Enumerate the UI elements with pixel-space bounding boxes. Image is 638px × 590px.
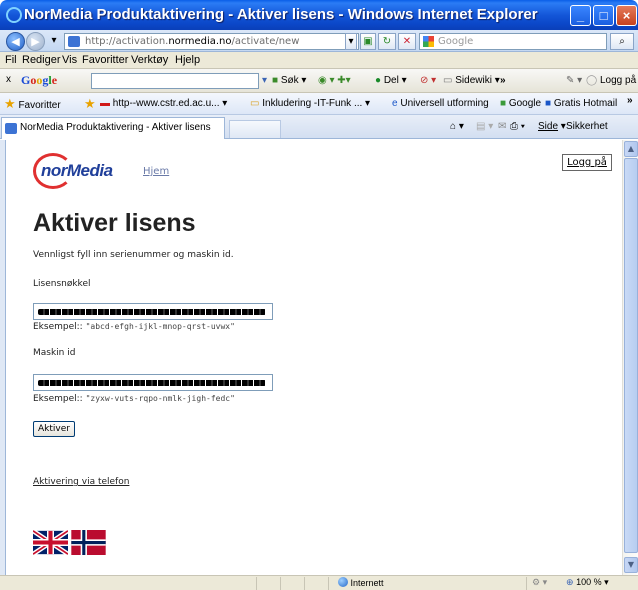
extras-icon[interactable]: ◉ ▾ ✚▾ — [318, 75, 351, 86]
mail-icon[interactable]: ✉ — [498, 121, 506, 132]
favorite-link-5[interactable]: ■ Gratis Hotmail — [545, 98, 617, 109]
minimize-button[interactable]: _ — [570, 5, 591, 26]
favorite-link-4[interactable]: ■ Google — [500, 98, 541, 109]
favorites-button[interactable]: ★ Favoritter — [4, 96, 61, 112]
popup-blocker-icon[interactable]: ⊘ ▾ — [420, 75, 436, 86]
history-dropdown-icon[interactable]: ▾ — [48, 33, 60, 50]
google-logo: Google — [21, 73, 58, 87]
login-button[interactable]: Logg på — [562, 154, 612, 171]
scroll-down-icon[interactable]: ▼ — [624, 557, 638, 573]
favorites-overflow-icon[interactable]: » — [627, 95, 633, 106]
menu-file[interactable]: Fil — [5, 54, 17, 66]
forward-button[interactable]: ▶ — [26, 32, 45, 51]
normedia-logo[interactable]: norMedia — [33, 153, 133, 189]
uk-flag-icon[interactable] — [33, 530, 68, 555]
status-divider — [280, 577, 281, 590]
globe-icon — [338, 577, 348, 587]
page-title: Aktiver lisens — [33, 209, 196, 237]
vertical-scrollbar[interactable]: ▲ ▼ — [622, 140, 638, 575]
address-toolbar: ◀ ▶ ▾ http://activation.normedia.no/acti… — [0, 30, 638, 52]
address-input[interactable]: http://activation.normedia.no/activate/n… — [64, 33, 359, 50]
star-icon: ★ — [4, 96, 16, 111]
favorite-link-3[interactable]: e Universell utforming — [392, 98, 489, 109]
google-login-button[interactable]: ◯ Logg på ▾ — [586, 75, 638, 86]
protected-mode-icon[interactable]: ⚙ ▾ — [532, 577, 547, 588]
logo-text: norMedia — [41, 161, 113, 180]
norway-flag-icon[interactable] — [71, 530, 106, 555]
tab-favicon-icon — [5, 123, 17, 134]
maximize-button[interactable]: □ — [593, 5, 614, 26]
status-divider — [304, 577, 305, 590]
menu-edit[interactable]: Rediger — [22, 54, 61, 66]
favorite-link-1[interactable]: ▬ http--www.cstr.ed.ac.u... ▾ — [100, 98, 227, 109]
more-tools-icon[interactable]: » — [500, 75, 506, 86]
address-dropdown-icon[interactable]: ▾ — [345, 33, 357, 50]
redacted-value — [38, 309, 266, 315]
window-title: NorMedia Produktaktivering - Aktiver lis… — [24, 6, 538, 23]
scroll-up-icon[interactable]: ▲ — [624, 141, 638, 157]
activate-button[interactable]: Aktiver — [33, 421, 75, 437]
page-favicon-icon — [68, 36, 80, 47]
intro-text: Vennligst fyll inn serienummer og maskin… — [33, 250, 234, 260]
status-bar: Internett ⚙ ▾ ⊕ 100 % ▾ — [0, 575, 638, 590]
zoom-control[interactable]: ⊕ 100 % ▾ — [566, 577, 609, 588]
favorites-bar: ★ Favoritter ★ ▬ http--www.cstr.ed.ac.u.… — [0, 93, 638, 115]
menu-tools[interactable]: Verktøy — [131, 54, 168, 66]
favorite-link-2[interactable]: ▭ Inkludering -IT-Funk ... ▾ — [250, 98, 370, 109]
menu-bar: Fil Rediger Vis Favoritter Verktøy Hjelp — [0, 52, 638, 69]
menu-favorites[interactable]: Favoritter — [82, 54, 128, 66]
security-zone[interactable]: Internett — [338, 577, 384, 588]
print-icon[interactable]: ⎙ ▾ — [510, 121, 525, 132]
sidewiki-button[interactable]: ▭ Sidewiki ▾ — [443, 75, 500, 86]
search-input[interactable]: Google — [419, 33, 607, 50]
home-link[interactable]: Hjem — [143, 166, 169, 177]
compatibility-view-icon[interactable]: ▣ — [360, 33, 376, 50]
security-menu[interactable]: Sikkerhet — [566, 121, 608, 132]
status-divider — [526, 577, 527, 590]
google-search-button[interactable]: ■ Søk ▾ — [272, 75, 306, 86]
page-menu[interactable]: Side ▾ — [538, 121, 566, 132]
tab-active[interactable]: NorMedia Produktaktivering - Aktiver lis… — [1, 117, 225, 139]
new-tab-button[interactable] — [229, 120, 281, 138]
redacted-value — [38, 380, 266, 386]
phone-activation-link[interactable]: Aktivering via telefon — [33, 477, 129, 487]
scrollbar-thumb[interactable] — [624, 158, 638, 553]
stop-icon[interactable]: ✕ — [398, 33, 416, 50]
status-divider — [256, 577, 257, 590]
machine-id-label: Maskin id — [33, 348, 76, 358]
close-toolbar-icon[interactable]: x — [6, 74, 11, 85]
search-button[interactable]: ⌕ — [610, 33, 634, 50]
page-content: norMedia Hjem Logg på Aktiver lisens Ven… — [6, 140, 622, 575]
add-favorite-icon[interactable]: ★ — [84, 96, 96, 112]
google-search-input[interactable] — [91, 73, 259, 89]
google-toolbar: x Google ▾ ■ Søk ▾ ◉ ▾ ✚▾ ● Del ▾ ⊘ ▾ ▭ … — [0, 69, 638, 93]
refresh-icon[interactable]: ↻ — [378, 33, 396, 50]
google-icon — [423, 36, 434, 47]
license-example: Eksempel:: "abcd-efgh-ijkl-mnop-qrst-uvw… — [33, 322, 235, 332]
machine-id-example: Eksempel:: "zyxw-vuts-rqpo-nmlk-jigh-fed… — [33, 394, 235, 404]
share-button[interactable]: ● Del ▾ — [375, 75, 407, 86]
settings-wrench-icon[interactable]: ✎ ▾ — [566, 75, 582, 86]
back-button[interactable]: ◀ — [6, 32, 25, 51]
license-key-input[interactable] — [33, 303, 273, 320]
feeds-icon[interactable]: ▤ ▾ — [476, 121, 493, 132]
search-dropdown-icon[interactable]: ▾ — [262, 75, 267, 86]
status-divider — [328, 577, 329, 590]
menu-view[interactable]: Vis — [62, 54, 77, 66]
home-icon[interactable]: ⌂ ▾ — [450, 121, 464, 132]
tab-bar: NorMedia Produktaktivering - Aktiver lis… — [0, 115, 638, 139]
internet-explorer-icon — [6, 7, 22, 23]
license-label: Lisensnøkkel — [33, 279, 91, 289]
close-button[interactable]: × — [616, 5, 637, 26]
menu-help[interactable]: Hjelp — [175, 54, 200, 66]
machine-id-input[interactable] — [33, 374, 273, 391]
window-title-bar: NorMedia Produktaktivering - Aktiver lis… — [0, 0, 638, 30]
